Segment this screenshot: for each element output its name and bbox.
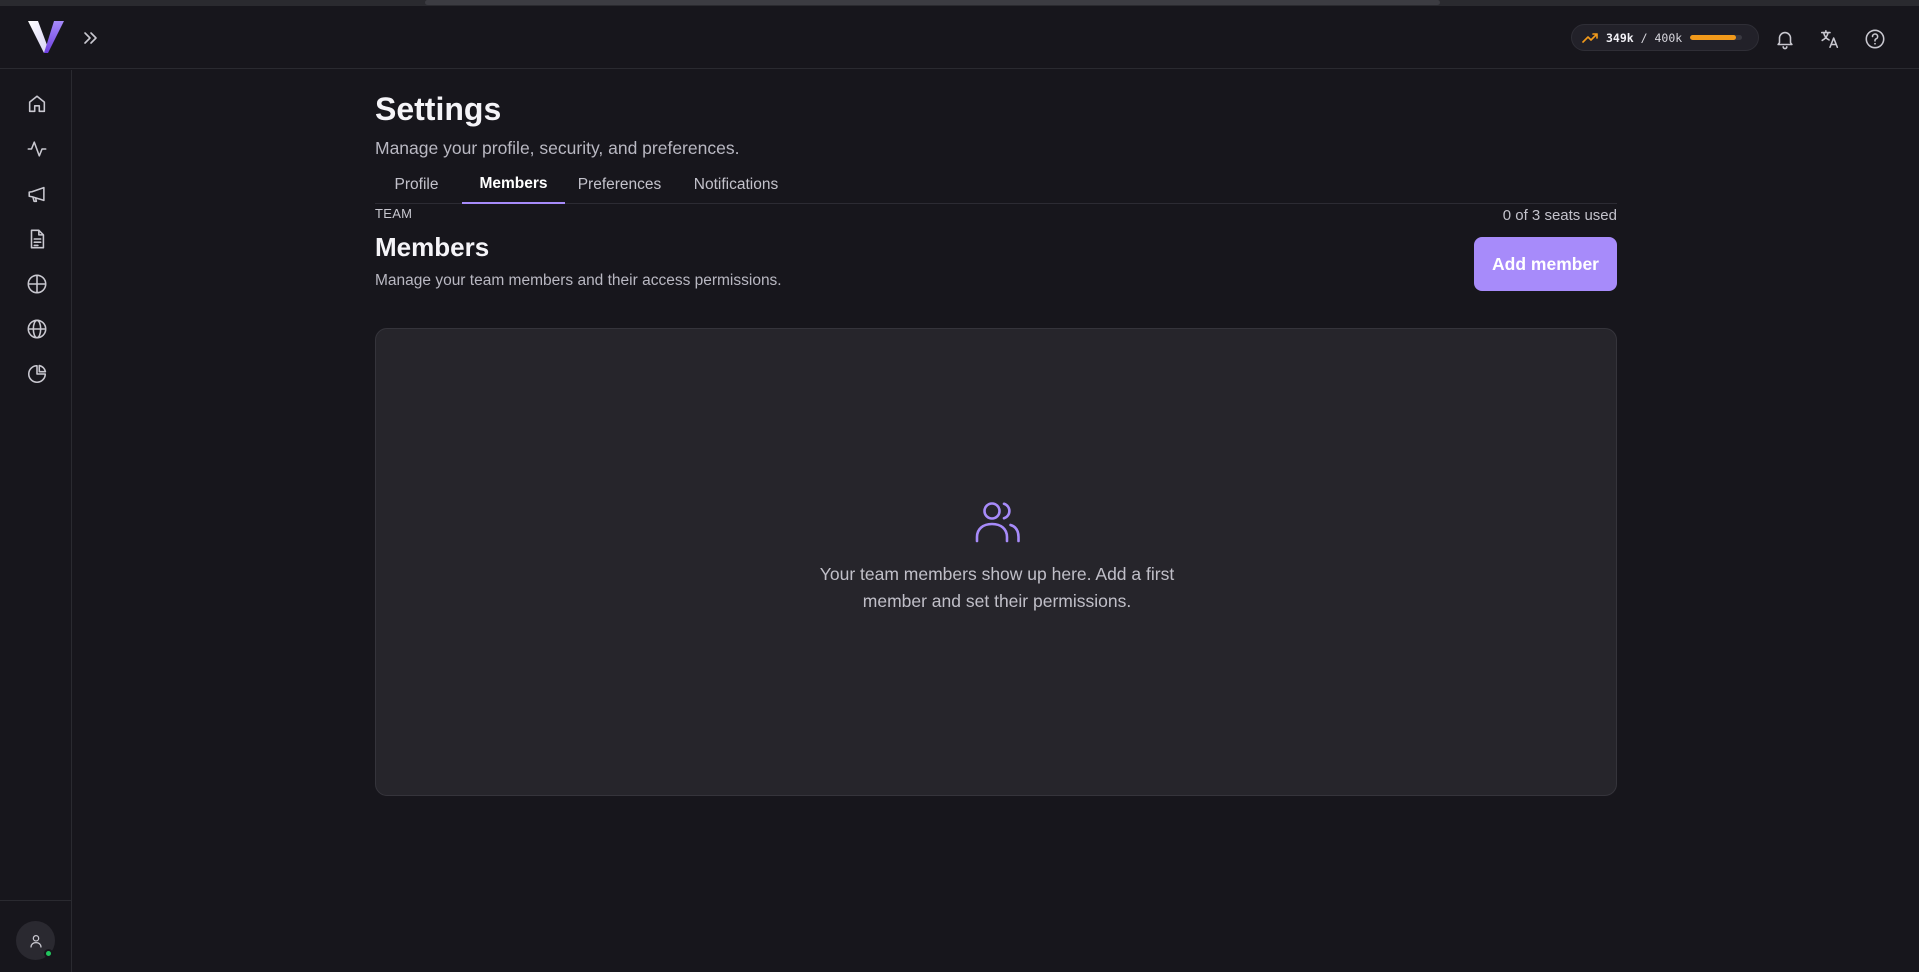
usage-progress-bar xyxy=(1690,35,1743,40)
usage-meter[interactable]: 349k / 400k xyxy=(1571,24,1759,51)
tab-notifications[interactable]: Notifications xyxy=(678,166,794,204)
section-description: Manage your team members and their acces… xyxy=(375,272,782,289)
seats-used-text: 0 of 3 seats used xyxy=(1502,207,1617,224)
user-icon xyxy=(29,934,42,948)
chevrons-right-icon xyxy=(84,32,97,44)
users-icon xyxy=(973,497,1023,547)
usage-limit: 400k xyxy=(1654,30,1683,45)
tab-members[interactable]: Members xyxy=(462,166,565,204)
empty-state-line-1: Your team members show up here. Add a fi… xyxy=(819,564,1175,584)
empty-state-line-2: member and set their permissions. xyxy=(862,591,1132,611)
expand-sidebar-button[interactable] xyxy=(80,28,102,48)
add-member-button[interactable]: Add member xyxy=(1474,237,1617,291)
usage-text: 349k / 400k xyxy=(1606,31,1682,45)
sidebar-item-targeting[interactable] xyxy=(22,269,52,299)
document-icon xyxy=(30,229,45,249)
tab-preferences[interactable]: Preferences xyxy=(567,166,672,204)
online-status-dot xyxy=(44,949,53,958)
crosshair-icon xyxy=(27,274,47,294)
scrollbar-thumb[interactable] xyxy=(425,0,1440,5)
top-bar: 349k / 400k xyxy=(0,6,1919,69)
page-subtitle: Manage your profile, security, and prefe… xyxy=(375,138,740,158)
sidebar xyxy=(0,70,72,972)
translate-icon xyxy=(1820,29,1839,49)
section-title: Members xyxy=(375,232,490,262)
sidebar-item-analytics[interactable] xyxy=(22,359,52,389)
sidebar-footer xyxy=(0,900,72,972)
empty-state-message: Your team members show up here. Add a fi… xyxy=(376,561,1618,615)
app-logo[interactable] xyxy=(26,19,66,55)
avatar[interactable] xyxy=(16,921,55,960)
pie-chart-icon xyxy=(28,364,47,383)
notifications-button[interactable] xyxy=(1772,26,1798,52)
sidebar-item-documents[interactable] xyxy=(22,224,52,254)
home-icon xyxy=(28,95,46,113)
trending-up-icon xyxy=(1582,32,1598,43)
sidebar-item-activity[interactable] xyxy=(22,134,52,164)
sidebar-item-web[interactable] xyxy=(22,314,52,344)
usage-used: 349k xyxy=(1606,30,1634,45)
section-eyebrow: TEAM xyxy=(375,206,413,221)
bell-icon xyxy=(1777,31,1793,50)
sidebar-item-campaigns[interactable] xyxy=(22,179,52,209)
tab-profile[interactable]: Profile xyxy=(375,166,458,204)
megaphone-icon xyxy=(28,186,45,203)
settings-tabs: Profile Members Preferences Notification… xyxy=(375,166,1617,204)
members-empty-state: Your team members show up here. Add a fi… xyxy=(375,328,1617,796)
globe-icon xyxy=(27,319,47,339)
page-title: Settings xyxy=(375,91,502,127)
help-button[interactable] xyxy=(1862,26,1888,52)
activity-icon xyxy=(27,141,47,157)
sidebar-item-home[interactable] xyxy=(22,89,52,119)
usage-separator: / xyxy=(1633,30,1655,45)
help-icon xyxy=(1865,29,1885,49)
usage-progress-fill xyxy=(1690,35,1736,40)
language-button[interactable] xyxy=(1817,26,1843,52)
